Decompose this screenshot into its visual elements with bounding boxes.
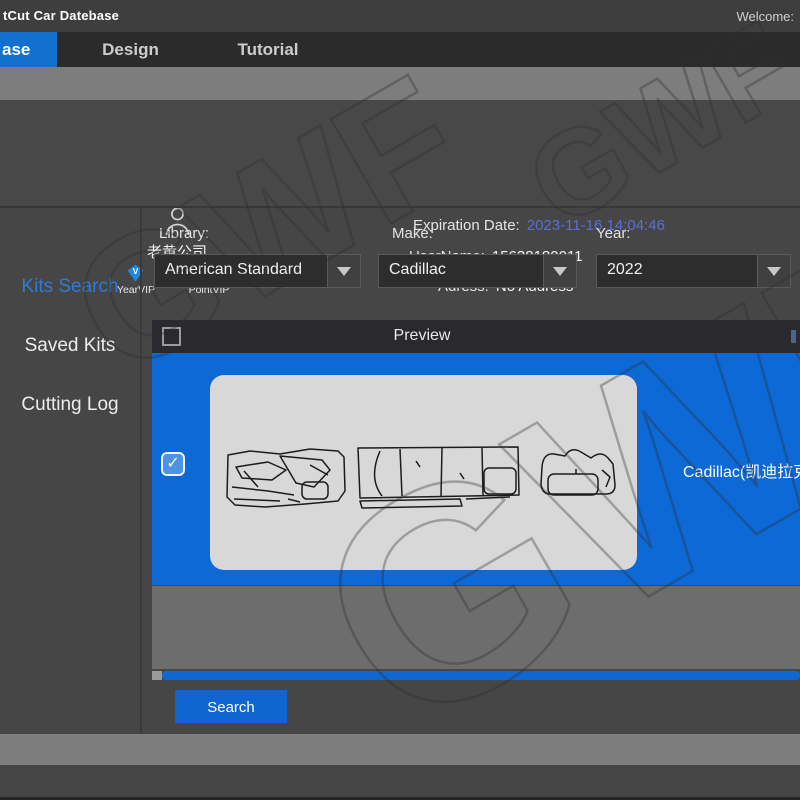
- make-value: Cadillac: [389, 261, 446, 279]
- chevron-down-icon: [767, 267, 781, 276]
- sidebar-item-saved-kits[interactable]: Saved Kits: [0, 335, 140, 357]
- kit-name: Cadillac(凯迪拉克: [683, 458, 800, 482]
- divider-horizontal: [0, 207, 800, 208]
- window-title: tCut Car Datebase: [3, 8, 119, 23]
- list-empty-area: [152, 586, 800, 669]
- table-row[interactable]: ✓: [152, 353, 800, 585]
- chevron-down-icon: [553, 267, 567, 276]
- toolbar-spacer: [0, 67, 800, 100]
- search-button[interactable]: Search: [175, 690, 287, 723]
- title-bar: tCut Car Datebase Welcome:: [0, 0, 800, 32]
- tab-design[interactable]: Design: [88, 32, 173, 67]
- app-window: tCut Car Datebase Welcome: ase Design Tu…: [0, 0, 800, 800]
- library-dropdown[interactable]: American Standard: [154, 254, 361, 288]
- library-value: American Standard: [165, 261, 302, 279]
- divider-vertical: [140, 208, 142, 734]
- bottom-dark-band: [0, 765, 800, 797]
- kit-preview-image: [210, 375, 637, 570]
- year-value: 2022: [607, 261, 643, 279]
- tab-database[interactable]: ase: [0, 32, 57, 67]
- car-template-drawing: [210, 375, 637, 570]
- tab-tutorial[interactable]: Tutorial: [228, 32, 308, 67]
- row-checkbox[interactable]: ✓: [161, 452, 185, 476]
- scrollbar-track-stub: [152, 671, 162, 680]
- bottom-gray-band: [0, 734, 800, 765]
- sidebar-item-cutting-log[interactable]: Cutting Log: [0, 394, 140, 416]
- year-label: Year:: [596, 225, 630, 242]
- scrollbar-thumb[interactable]: [162, 671, 800, 680]
- make-label: Make:: [392, 225, 433, 242]
- tab-bar: ase Design Tutorial: [0, 32, 800, 67]
- welcome-text: Welcome:: [736, 9, 794, 24]
- column-fragment: [791, 330, 796, 343]
- table-header: Preview: [152, 320, 800, 353]
- chevron-down-icon: [337, 267, 351, 276]
- year-dropdown-button[interactable]: [757, 255, 790, 287]
- sidebar-item-kits-search[interactable]: Kits Search: [0, 276, 140, 298]
- user-panel: 老黄公司 V YearVIP V PointVIP Expiration Dat…: [0, 100, 800, 207]
- make-dropdown[interactable]: Cadillac: [378, 254, 577, 288]
- svg-text:V: V: [133, 266, 139, 276]
- preview-column-header: Preview: [152, 327, 692, 345]
- horizontal-scrollbar[interactable]: [152, 670, 800, 681]
- library-dropdown-button[interactable]: [327, 255, 360, 287]
- library-label: Library:: [159, 225, 209, 242]
- year-dropdown[interactable]: 2022: [596, 254, 791, 288]
- make-dropdown-button[interactable]: [543, 255, 576, 287]
